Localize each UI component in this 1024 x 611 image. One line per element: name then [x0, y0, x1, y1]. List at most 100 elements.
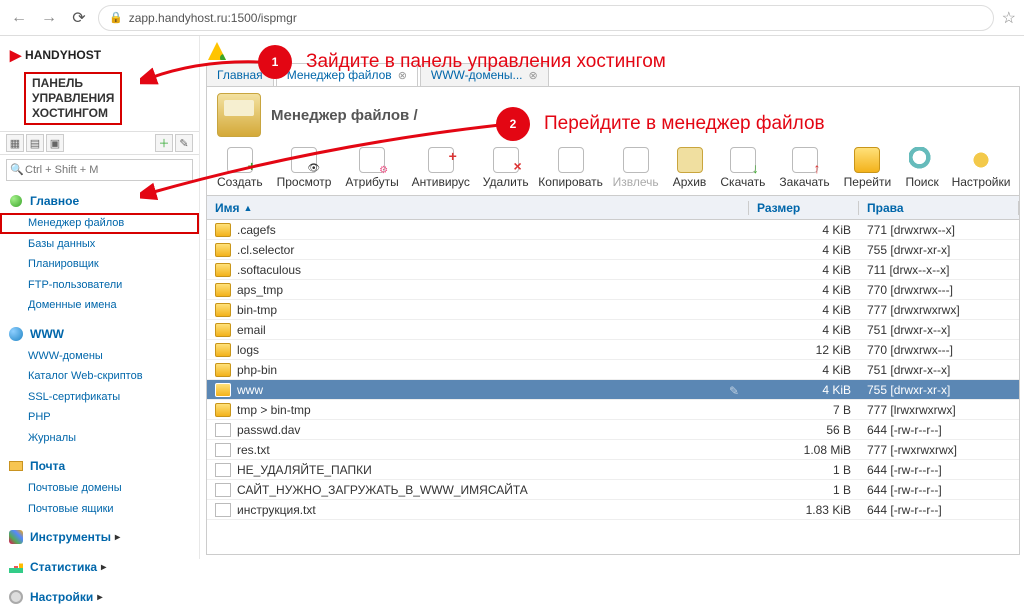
- file-name: САЙТ_НУЖНО_ЗАГРУЖАТЬ_В_WWW_ИМЯСАЙТА: [237, 483, 528, 497]
- bookmark-star-icon[interactable]: ☆: [1002, 8, 1016, 28]
- sidebar-group-0[interactable]: Главное: [0, 189, 199, 213]
- file-size: 1.83 KiB: [749, 503, 859, 517]
- table-row[interactable]: logs12 KiB770 [drwxrwx---]: [207, 340, 1019, 360]
- toolbar-антивирус[interactable]: Антивирус: [413, 147, 469, 189]
- sidebar-item[interactable]: Почтовые домены: [0, 478, 199, 499]
- toolbar-копировать[interactable]: Копировать: [543, 147, 599, 189]
- sb-btn-2[interactable]: ▤: [26, 134, 44, 152]
- file-size: 4 KiB: [749, 363, 859, 377]
- file-icon: [215, 463, 231, 477]
- gear-icon: [8, 589, 24, 605]
- sidebar-item[interactable]: Планировщик: [0, 254, 199, 275]
- sidebar-item[interactable]: Журналы: [0, 428, 199, 449]
- alert-icon[interactable]: [208, 42, 226, 60]
- table-row[interactable]: инструкция.txt1.83 KiB644 [-rw-r--r--]: [207, 500, 1019, 520]
- tab-0[interactable]: Главная: [206, 63, 274, 86]
- tab-2[interactable]: WWW-домены...⊗: [420, 63, 549, 86]
- file-name: НЕ_УДАЛЯЙТЕ_ПАПКИ: [237, 463, 372, 477]
- table-row[interactable]: .cagefs4 KiB771 [drwxrwx--x]: [207, 220, 1019, 240]
- table-row[interactable]: bin-tmp4 KiB777 [drwxrwxrwx]: [207, 300, 1019, 320]
- toolbar-icon: [493, 147, 519, 173]
- sb-btn-1[interactable]: ▦: [6, 134, 24, 152]
- folder-icon: [215, 343, 231, 357]
- toolbar-icon: [558, 147, 584, 173]
- sidebar-item[interactable]: FTP-пользователи: [0, 275, 199, 296]
- table-row[interactable]: res.txt1.08 MiB777 [-rwxrwxrwx]: [207, 440, 1019, 460]
- col-size[interactable]: Размер: [749, 201, 859, 215]
- tab-close-icon[interactable]: ⊗: [398, 69, 407, 82]
- file-icon: [215, 483, 231, 497]
- toolbar-настройки[interactable]: Настройки: [953, 147, 1009, 189]
- col-name[interactable]: Имя▲: [207, 201, 749, 215]
- sb-btn-pin[interactable]: ✎: [175, 134, 193, 152]
- table-row[interactable]: tmp > bin-tmp7 B777 [lrwxrwxrwx]: [207, 400, 1019, 420]
- file-name: .cl.selector: [237, 243, 294, 257]
- sidebar-group-5[interactable]: Настройки▸: [0, 585, 199, 609]
- sidebar-group-2[interactable]: Почта: [0, 454, 199, 478]
- table-row[interactable]: www✎4 KiB755 [drwxr-xr-x]: [207, 380, 1019, 400]
- lock-icon: 🔒: [109, 11, 123, 24]
- table-row[interactable]: .cl.selector4 KiB755 [drwxr-xr-x]: [207, 240, 1019, 260]
- sidebar-item[interactable]: SSL-сертификаты: [0, 387, 199, 408]
- toolbar-скачать[interactable]: Скачать: [720, 147, 765, 189]
- toolbar-создать[interactable]: Создать: [217, 147, 263, 189]
- sidebar-group-1[interactable]: WWW: [0, 322, 199, 346]
- file-permissions: 777 [-rwxrwxrwx]: [859, 443, 1019, 457]
- forward-button[interactable]: →: [38, 7, 60, 29]
- table-header: Имя▲ Размер Права: [207, 196, 1019, 220]
- sb-btn-add[interactable]: ＋: [155, 134, 173, 152]
- reload-button[interactable]: ⟳: [68, 7, 90, 29]
- browser-bar: ← → ⟳ 🔒 zapp.handyhost.ru:1500/ispmgr ☆: [0, 0, 1024, 36]
- table-row[interactable]: САЙТ_НУЖНО_ЗАГРУЖАТЬ_В_WWW_ИМЯСАЙТА1 B64…: [207, 480, 1019, 500]
- file-name: passwd.dav: [237, 423, 300, 437]
- file-permissions: 751 [drwxr-x--x]: [859, 323, 1019, 337]
- address-bar[interactable]: 🔒 zapp.handyhost.ru:1500/ispmgr: [98, 5, 994, 31]
- tab-1[interactable]: Менеджер файлов ⊗: [276, 63, 418, 86]
- table-row[interactable]: .softaculous4 KiB711 [drwx--x--x]: [207, 260, 1019, 280]
- toolbar-архив[interactable]: Архив: [673, 147, 707, 189]
- sidebar-group-3[interactable]: Инструменты▸: [0, 525, 199, 549]
- sidebar-item[interactable]: Менеджер файлов: [0, 213, 199, 234]
- table-row[interactable]: email4 KiB751 [drwxr-x--x]: [207, 320, 1019, 340]
- sidebar-item[interactable]: Каталог Web-скриптов: [0, 366, 199, 387]
- table-row[interactable]: НЕ_УДАЛЯЙТЕ_ПАПКИ1 B644 [-rw-r--r--]: [207, 460, 1019, 480]
- sidebar-item[interactable]: PHP: [0, 407, 199, 428]
- file-name: logs: [237, 343, 259, 357]
- sidebar-group-title: Почта: [30, 459, 65, 473]
- file-name: tmp > bin-tmp: [237, 403, 311, 417]
- toolbar-просмотр[interactable]: Просмотр: [277, 147, 332, 189]
- toolbar-label: Закачать: [779, 175, 829, 189]
- file-size: 1.08 MiB: [749, 443, 859, 457]
- toolbar-label: Поиск: [905, 175, 938, 189]
- folder-icon: [215, 223, 231, 237]
- table-row[interactable]: aps_tmp4 KiB770 [drwxrwx---]: [207, 280, 1019, 300]
- logo-arrow-icon: ▸: [10, 42, 21, 68]
- sb-btn-3[interactable]: ▣: [46, 134, 64, 152]
- file-permissions: 755 [drwxr-xr-x]: [859, 383, 1019, 397]
- edit-icon[interactable]: ✎: [729, 384, 741, 396]
- col-perm[interactable]: Права: [859, 201, 1019, 215]
- toolbar-перейти[interactable]: Перейти: [844, 147, 892, 189]
- toolbar-атрибуты[interactable]: Атрибуты: [345, 147, 398, 189]
- sidebar-toolbar: ▦ ▤ ▣ ＋ ✎: [0, 131, 199, 155]
- toolbar-закачать[interactable]: Закачать: [779, 147, 829, 189]
- brand-name: HANDYHOST: [25, 48, 101, 62]
- sidebar-item[interactable]: Базы данных: [0, 234, 199, 255]
- sidebar-group-title: Настройки: [30, 590, 93, 604]
- toolbar-label: Перейти: [844, 175, 892, 189]
- table-row[interactable]: php-bin4 KiB751 [drwxr-x--x]: [207, 360, 1019, 380]
- back-button[interactable]: ←: [8, 7, 30, 29]
- tab-close-icon[interactable]: ⊗: [529, 69, 538, 82]
- sidebar-item[interactable]: Доменные имена: [0, 295, 199, 316]
- folder-icon: [215, 283, 231, 297]
- toolbar-поиск[interactable]: Поиск: [905, 147, 939, 189]
- panel-title: Менеджер файлов /: [271, 107, 418, 124]
- toolbar-удалить[interactable]: Удалить: [483, 147, 529, 189]
- file-name: php-bin: [237, 363, 277, 377]
- toolbar-label: Извлечь: [613, 175, 659, 189]
- tab-label: Менеджер файлов: [287, 68, 392, 82]
- sidebar-item[interactable]: Почтовые ящики: [0, 499, 199, 520]
- sidebar-item[interactable]: WWW-домены: [0, 346, 199, 367]
- table-row[interactable]: passwd.dav56 B644 [-rw-r--r--]: [207, 420, 1019, 440]
- search-input[interactable]: [6, 159, 193, 181]
